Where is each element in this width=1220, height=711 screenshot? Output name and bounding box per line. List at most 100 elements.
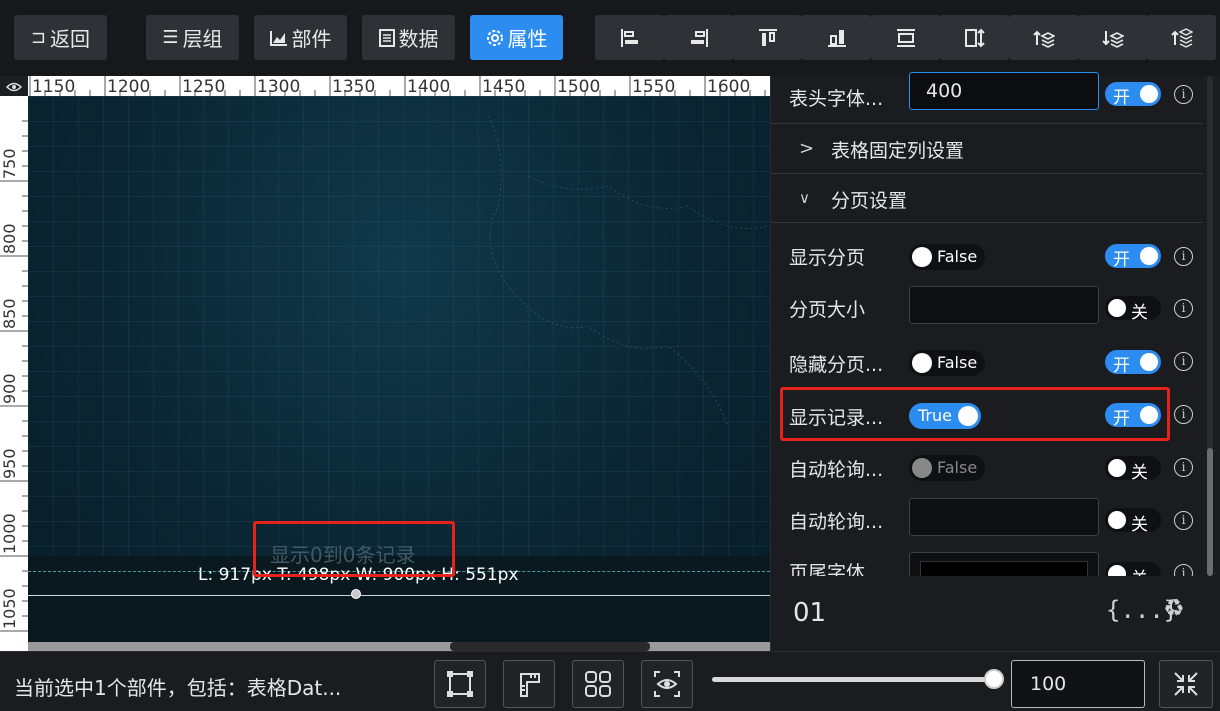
ruler-icon xyxy=(520,673,540,697)
back-icon: ⊐ xyxy=(30,27,47,48)
horizontal-scrollbar[interactable] xyxy=(28,642,770,651)
grid-toggle-button[interactable] xyxy=(572,660,624,708)
auto-poll-interval-switch[interactable]: 关 xyxy=(1105,508,1161,535)
align-left-icon xyxy=(620,28,638,47)
ruler-label: 1350 xyxy=(332,77,376,96)
header-font-input[interactable]: 400 xyxy=(909,72,1099,110)
color-swatch xyxy=(920,561,1088,576)
collapse-screen-button[interactable] xyxy=(1159,660,1213,708)
back-button[interactable]: ⊐ 返回 xyxy=(14,15,107,60)
show-pagination-label: 显示分页 xyxy=(789,247,866,269)
switch-knob xyxy=(1140,353,1158,371)
hide-pagination-toggle[interactable]: False xyxy=(909,350,985,376)
resize-handle[interactable] xyxy=(351,589,361,599)
switch-knob xyxy=(1140,247,1158,265)
fixed-column-section-title: 表格固定列设置 xyxy=(831,140,965,162)
info-icon[interactable]: i xyxy=(1174,352,1193,371)
layers-button[interactable]: ☰ 层组 xyxy=(146,15,239,60)
page-size-input[interactable] xyxy=(909,286,1099,324)
distribute-vertical-button[interactable] xyxy=(940,15,1009,60)
design-canvas[interactable]: 1150 1200 1250 1300 1350 1400 1450 1500 … xyxy=(0,76,770,651)
show-pagination-toggle[interactable]: False xyxy=(909,244,985,270)
zoom-input[interactable]: 100 xyxy=(1011,660,1145,708)
info-icon[interactable]: i xyxy=(1174,564,1193,576)
chevron-down-icon: ∨ xyxy=(799,189,810,207)
data-label: 数据 xyxy=(398,27,439,51)
switch-on-label: 开 xyxy=(1113,88,1130,108)
align-left-button[interactable] xyxy=(595,15,664,60)
hide-pagination-switch[interactable]: 开 xyxy=(1105,350,1161,376)
ruler-label: 1200 xyxy=(107,77,151,96)
toggle-knob xyxy=(912,353,932,373)
switch-knob xyxy=(1108,565,1126,576)
page-size-switch[interactable]: 关 xyxy=(1105,296,1161,323)
recycle-icon[interactable]: ♻ xyxy=(1163,594,1185,622)
ruler-toggle-button[interactable] xyxy=(503,660,555,708)
bring-forward-button[interactable] xyxy=(1009,15,1078,60)
show-pagination-switch[interactable]: 开 xyxy=(1105,244,1161,270)
header-font-value: 400 xyxy=(926,80,963,102)
toggle-knob xyxy=(912,458,932,478)
align-right-button[interactable] xyxy=(664,15,733,60)
auto-poll-switch[interactable]: 关 xyxy=(1105,456,1161,483)
footer-font-color-input[interactable] xyxy=(909,552,1099,576)
ruler-label: 1600 xyxy=(707,77,751,96)
components-button[interactable]: 部件 xyxy=(254,15,347,60)
grid-icon xyxy=(585,671,611,697)
toggle-knob xyxy=(912,247,932,267)
header-font-label: 表头字体... xyxy=(789,88,884,110)
toggle-value: False xyxy=(937,353,978,372)
properties-panel: 表头字体... 400 开 i > 表格固定列设置 ∨ 分页设置 显示分页 Fa… xyxy=(770,72,1220,651)
switch-knob xyxy=(1108,511,1126,529)
align-bottom-icon xyxy=(827,29,846,47)
properties-button[interactable]: 属性 xyxy=(470,15,563,60)
send-backward-button[interactable] xyxy=(1078,15,1147,60)
ruler-label: 750 xyxy=(0,148,19,179)
info-icon[interactable]: i xyxy=(1174,511,1193,530)
info-icon[interactable]: i xyxy=(1174,247,1193,266)
footer-font-label: 页尾字体 xyxy=(789,562,866,576)
hide-pagination-label: 隐藏分页... xyxy=(789,354,884,376)
zoom-slider-handle[interactable] xyxy=(984,669,1004,689)
chevron-right-icon: > xyxy=(799,138,815,159)
footer-font-switch[interactable]: 关 xyxy=(1105,562,1161,576)
eye-icon xyxy=(5,77,23,96)
ruler-label: 1000 xyxy=(0,513,19,554)
info-icon[interactable]: i xyxy=(1174,299,1193,318)
highlight-box-show-records xyxy=(780,387,1170,441)
ruler-label: 850 xyxy=(0,298,19,329)
zoom-slider-track[interactable] xyxy=(712,677,994,682)
info-icon[interactable]: i xyxy=(1174,405,1193,424)
fit-frame-button[interactable] xyxy=(434,660,486,708)
align-right-icon xyxy=(690,28,708,47)
align-top-button[interactable] xyxy=(733,15,802,60)
ruler-label: 1500 xyxy=(557,77,601,96)
ruler-visibility-toggle[interactable] xyxy=(0,76,28,96)
info-icon[interactable]: i xyxy=(1174,85,1193,104)
toggle-value: False xyxy=(937,247,978,266)
ruler-label: 1050 xyxy=(0,588,19,629)
fixed-column-section-header[interactable]: > 表格固定列设置 xyxy=(771,123,1203,172)
ruler-label: 1550 xyxy=(632,77,676,96)
preview-button[interactable] xyxy=(641,660,693,708)
header-font-switch[interactable]: 开 xyxy=(1105,82,1161,108)
list-icon: ☰ xyxy=(162,27,179,48)
app-root: ⊐ 返回 ☰ 层组 部件 数据 属性 1150 1200 1250 1300 1… xyxy=(0,0,1220,711)
toggle-value: False xyxy=(937,458,978,477)
panel-scrollbar-thumb[interactable] xyxy=(1207,448,1213,576)
auto-poll-toggle[interactable]: False xyxy=(909,455,985,481)
properties-label: 属性 xyxy=(507,27,548,51)
zoom-value: 100 xyxy=(1030,673,1067,695)
distribute-horizontal-button[interactable] xyxy=(871,15,940,60)
auto-poll-interval-input[interactable] xyxy=(909,498,1099,536)
data-button[interactable]: 数据 xyxy=(362,15,455,60)
info-icon[interactable]: i xyxy=(1174,458,1193,477)
bring-to-front-button[interactable] xyxy=(1147,15,1216,60)
align-bottom-button[interactable] xyxy=(802,15,871,60)
frame-icon xyxy=(447,671,473,697)
horizontal-ruler: 1150 1200 1250 1300 1350 1400 1450 1500 … xyxy=(28,76,770,96)
pagination-section-header[interactable]: ∨ 分页设置 xyxy=(771,173,1203,222)
horizontal-scrollbar-thumb[interactable] xyxy=(450,642,650,651)
ruler-label: 1300 xyxy=(257,77,301,96)
page-size-label: 分页大小 xyxy=(789,299,866,321)
